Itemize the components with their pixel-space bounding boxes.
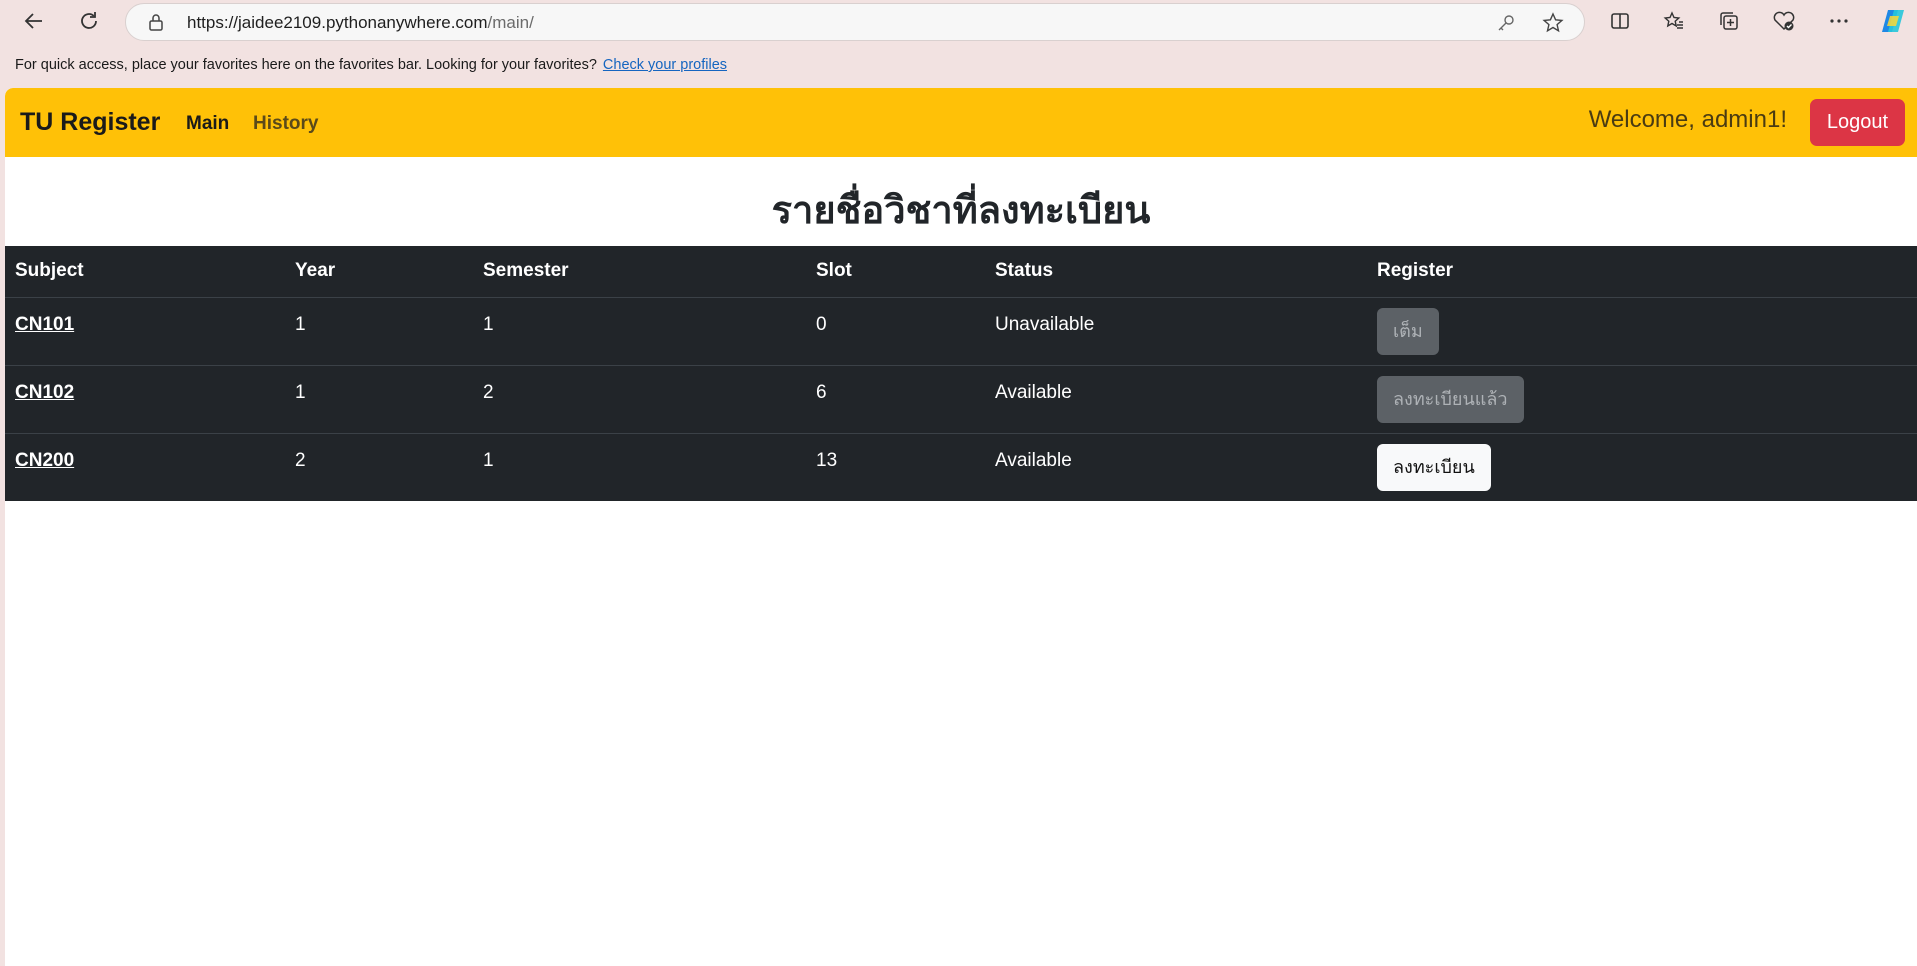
nav-main-link[interactable]: Main [186, 113, 229, 135]
subject-cell: CN101 [5, 297, 285, 366]
table-header-row: Subject Year Semester Slot Status Regist… [5, 246, 1917, 298]
register-button[interactable]: ลงทะเบียน [1377, 443, 1491, 491]
favorite-star-icon[interactable] [1542, 12, 1564, 39]
subject-cell: CN200 [5, 433, 285, 501]
status-cell: Unavailable [985, 297, 1367, 366]
status-cell: Available [995, 449, 1072, 471]
back-icon[interactable] [18, 5, 50, 37]
more-options-icon[interactable] [1823, 5, 1855, 37]
header-semester: Semester [473, 246, 806, 298]
favorites-bar: For quick access, place your favorites h… [0, 50, 1917, 80]
favorites-bar-text: For quick access, place your favorites h… [15, 57, 597, 73]
copilot-icon[interactable] [1877, 5, 1909, 37]
register-cell: ลงทะเบียนแล้ว [1367, 365, 1917, 434]
registered-button[interactable]: ลงทะเบียนแล้ว [1377, 375, 1524, 423]
lock-icon[interactable] [148, 13, 164, 36]
subject-link[interactable]: CN200 [15, 450, 74, 471]
header-register: Register [1367, 246, 1917, 298]
url-host: https://jaidee2109.pythonanywhere.com [187, 13, 488, 32]
register-cell: เต็ม [1367, 297, 1917, 366]
page-viewport: TU Register Main History Welcome, admin1… [5, 88, 1917, 966]
check-profiles-link[interactable]: Check your profiles [603, 57, 727, 73]
subject-cell: CN102 [5, 365, 285, 434]
semester-cell: 2 [473, 365, 806, 434]
register-cell: ลงทะเบียน [1367, 433, 1917, 501]
page-title: รายชื่อวิชาที่ลงทะเบียน [771, 190, 1151, 232]
split-screen-icon[interactable] [1604, 5, 1636, 37]
header-status: Status [985, 246, 1367, 298]
slot-cell: 0 [806, 297, 985, 366]
semester-cell: 1 [483, 449, 494, 471]
key-icon[interactable] [1496, 13, 1516, 38]
slot-cell: 13 [816, 449, 838, 471]
logout-button[interactable]: Logout [1810, 99, 1905, 146]
table-row: CN102 1 2 6 Available ลงทะเบียนแล้ว [5, 365, 1917, 434]
url-text[interactable]: https://jaidee2109.pythonanywhere.com/ma… [187, 13, 534, 33]
year-cell: 1 [285, 297, 473, 366]
favorites-icon[interactable] [1658, 5, 1690, 37]
nav-history-link[interactable]: History [253, 113, 318, 135]
brand-logo[interactable]: TU Register [20, 108, 160, 137]
header-year: Year [285, 246, 473, 298]
full-button[interactable]: เต็ม [1377, 307, 1439, 355]
url-path: /main/ [487, 13, 534, 32]
slot-cell: 6 [806, 365, 985, 434]
year-cell: 2 [295, 449, 306, 471]
navbar: TU Register Main History Welcome, admin1… [5, 88, 1917, 157]
collections-icon[interactable] [1713, 5, 1745, 37]
address-bar[interactable]: https://jaidee2109.pythonanywhere.com/ma… [125, 3, 1585, 41]
status-cell: Available [985, 365, 1367, 434]
year-cell: 1 [285, 365, 473, 434]
subject-link[interactable]: CN102 [15, 382, 74, 403]
refresh-icon[interactable] [73, 5, 105, 37]
table-row: CN101 1 1 0 Unavailable เต็ม [5, 297, 1917, 366]
table-row: CN200 2 1 13 Available ลงทะเบียน [5, 433, 1917, 501]
browser-essentials-icon[interactable] [1768, 5, 1800, 37]
welcome-text: Welcome, admin1! [1588, 106, 1787, 133]
semester-cell: 1 [473, 297, 806, 366]
header-subject: Subject [5, 246, 285, 298]
browser-toolbar: https://jaidee2109.pythonanywhere.com/ma… [0, 0, 1917, 42]
subject-link[interactable]: CN101 [15, 314, 74, 335]
header-slot: Slot [806, 246, 985, 298]
courses-table: Subject Year Semester Slot Status Regist… [5, 246, 1917, 501]
